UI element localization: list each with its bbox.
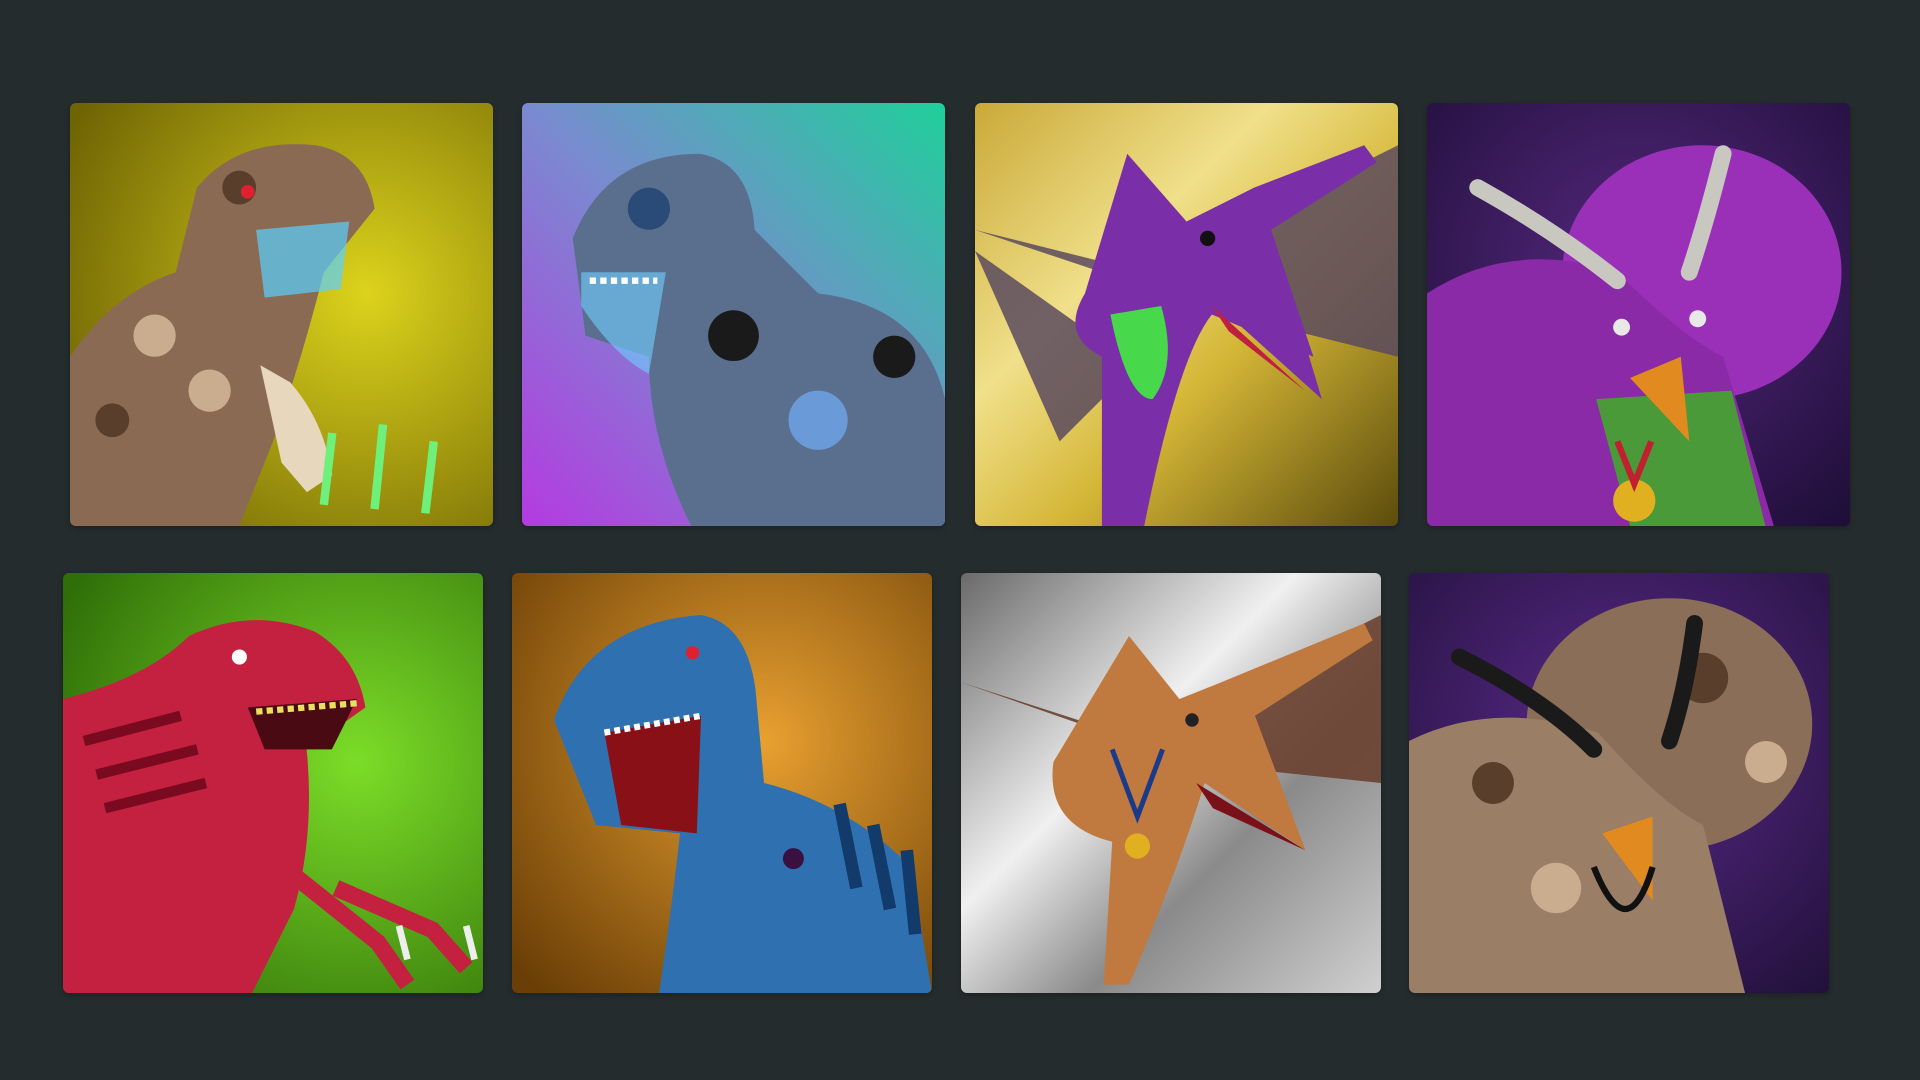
raptor-red-art [63,573,483,993]
raptor-camo-ice-art [70,103,493,526]
trex-blue-art [512,573,932,993]
nft-gallery-grid [0,0,1920,1080]
card-raptor-camo-ice[interactable] [70,103,493,526]
card-trex-blue[interactable] [512,573,932,993]
trex-blue-camo-art [522,103,945,526]
card-raptor-red[interactable] [63,573,483,993]
ptero-purple-art [975,103,1398,526]
trike-brown-camo-art [1409,573,1829,993]
card-ptero-purple[interactable] [975,103,1398,526]
trike-purple-medal-art [1427,103,1850,526]
card-ptero-orange-medal[interactable] [961,573,1381,993]
card-trike-purple-medal[interactable] [1427,103,1850,526]
ptero-orange-medal-art [961,573,1381,993]
card-trex-blue-camo[interactable] [522,103,945,526]
card-trike-brown-camo[interactable] [1409,573,1829,993]
